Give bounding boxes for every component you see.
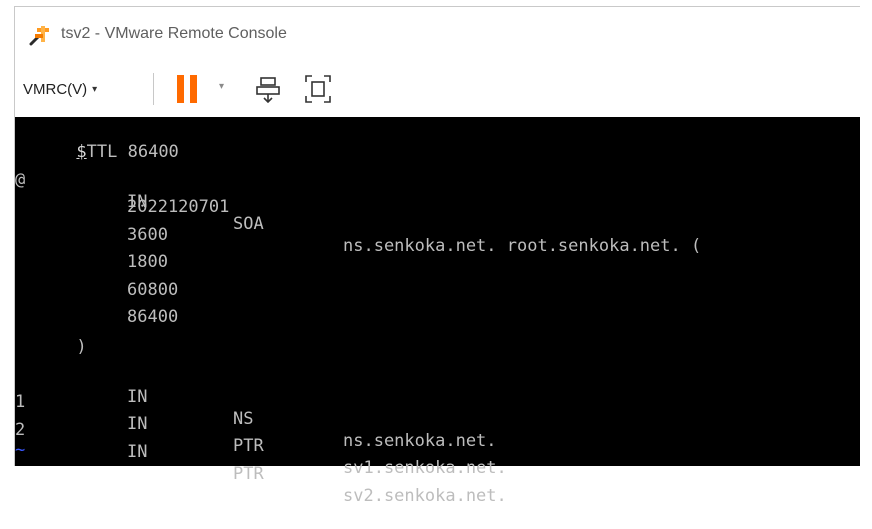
pause-icon-bar-right bbox=[190, 75, 197, 103]
record-type: PTR bbox=[233, 464, 264, 484]
toolbar: VMRC(V) ▾ ▾ bbox=[15, 61, 860, 117]
vmrc-menu-button[interactable]: VMRC(V) ▾ bbox=[23, 77, 97, 101]
vmrc-app-icon bbox=[29, 26, 49, 46]
vmrc-window: tsv2 - VMware Remote Console VMRC(V) ▾ ▾ bbox=[0, 0, 860, 506]
record-data: ns.senkoka.net. bbox=[343, 431, 497, 451]
chevron-down-icon: ▾ bbox=[92, 83, 98, 95]
ptr-record-line: 2 IN PTR sv2.senkoka.net. bbox=[15, 397, 860, 506]
title-bar[interactable]: tsv2 - VMware Remote Console bbox=[15, 7, 860, 61]
soa-minimum-line: 86400 bbox=[15, 284, 860, 327]
record-data: sv1.senkoka.net. bbox=[343, 458, 507, 478]
soa-close-line: ) bbox=[15, 314, 86, 357]
remote-console-screen[interactable]: $TTL 86400 @ IN SOA ns.senkoka.net. root… bbox=[15, 117, 860, 506]
record-type: PTR bbox=[233, 436, 264, 456]
ptr-record-line: 1 IN PTR sv1.senkoka.net. bbox=[15, 369, 860, 478]
empty-line-marker: ~ bbox=[15, 440, 26, 460]
window-title: tsv2 - VMware Remote Console bbox=[61, 25, 287, 42]
soa-refresh-line: 3600 bbox=[15, 202, 860, 245]
record-name: 2 bbox=[15, 420, 26, 440]
removable-devices-icon[interactable] bbox=[255, 75, 281, 103]
soa-minimum: 86400 bbox=[127, 307, 179, 327]
pause-icon-bar-left bbox=[177, 75, 184, 103]
soa-record-line: @ IN SOA ns.senkoka.net. root.senkoka.ne… bbox=[15, 147, 860, 256]
soa-retry-line: 1800 bbox=[15, 229, 860, 272]
soa-expire-line: 60800 bbox=[15, 257, 860, 300]
toolbar-divider bbox=[153, 73, 154, 105]
record-data: sv2.senkoka.net. bbox=[343, 486, 507, 506]
ttl-line: $TTL 86400 bbox=[15, 119, 178, 162]
record-class: IN bbox=[127, 442, 148, 462]
fit-guest-icon[interactable] bbox=[303, 73, 333, 105]
vmrc-menu-label: VMRC(V) bbox=[23, 80, 88, 98]
ns-record-line: IN NS ns.senkoka.net. bbox=[15, 342, 860, 451]
pause-button[interactable] bbox=[177, 75, 199, 103]
power-options-chevron-icon[interactable]: ▾ bbox=[219, 81, 224, 92]
soa-serial-line: 2022120701 bbox=[15, 174, 860, 217]
